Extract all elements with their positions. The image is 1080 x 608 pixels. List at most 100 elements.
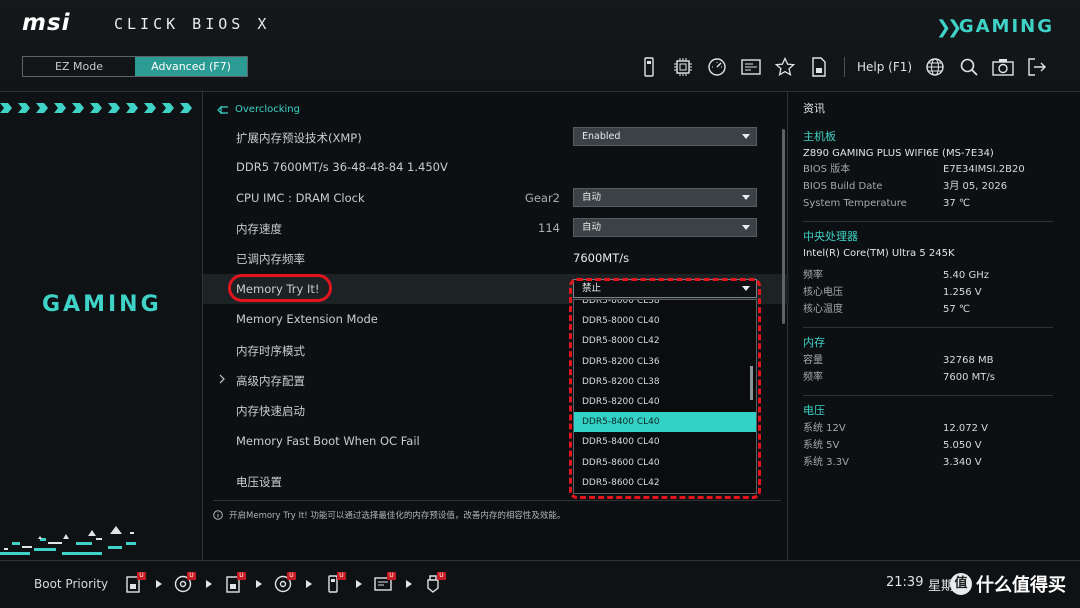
setting-label: 内存快速启动 — [236, 404, 305, 418]
globe-icon[interactable] — [918, 54, 952, 80]
usb-drive-icon[interactable]: U — [122, 572, 146, 595]
info-key: BIOS 版本 — [803, 164, 851, 175]
chevron-right-icon — [219, 374, 225, 384]
cpu-icon[interactable] — [666, 54, 700, 80]
advanced-mode-button[interactable]: Advanced (F7) — [135, 57, 247, 76]
info-value: 5.050 V — [943, 440, 982, 451]
info-key: System Temperature — [803, 198, 907, 209]
camera-icon[interactable] — [986, 54, 1020, 80]
info-value: E7E34IMSI.2B20 — [943, 164, 1025, 175]
setting-label: 电压设置 — [236, 475, 282, 489]
info-title: 资讯 — [803, 102, 825, 115]
optical-disc-icon[interactable]: U — [172, 572, 196, 595]
help-hint: 开启Memory Try It! 功能可以通过选择最佳化的内存预设值，改善内存的… — [213, 500, 781, 521]
setting-label: 扩展内存预设技术(XMP) — [236, 131, 362, 145]
dropdown-arrow-icon — [742, 134, 750, 139]
board-explorer-icon[interactable] — [734, 54, 768, 80]
gauge-icon[interactable] — [700, 54, 734, 80]
setting-label: 内存速度 — [236, 222, 282, 236]
setting-label: DDR5 7600MT/s 36-48-48-84 1.450V — [236, 160, 448, 174]
section-heading: 电压 — [803, 404, 825, 417]
xmp-dropdown[interactable]: Enabled — [573, 127, 757, 146]
dropdown-value: 自动 — [582, 192, 602, 203]
info-row: 核心温度 57 ℃ — [803, 301, 1066, 318]
section-divider — [803, 327, 1053, 328]
annotation-circle — [228, 274, 332, 302]
gaming-label: GAMING — [42, 292, 162, 317]
setting-label: CPU IMC : DRAM Clock — [236, 191, 365, 205]
info-value: 3月 05, 2026 — [943, 181, 1008, 192]
footer: Boot Priority U U U U U U U 21:39 星期 值 什… — [0, 560, 1080, 608]
section-heading: 主机板 — [803, 130, 836, 143]
boot-arrow-icon — [356, 580, 362, 588]
help-button[interactable]: Help (F1) — [857, 60, 912, 74]
motherboard-model: Z890 GAMING PLUS WIFI6E (MS-7E34) — [803, 148, 994, 159]
setting-label: 已调内存频率 — [236, 252, 305, 266]
boot-arrow-icon — [256, 580, 262, 588]
info-value: 57 ℃ — [943, 304, 971, 315]
product-title: CLICK BIOS X — [114, 15, 271, 33]
toolbar-separator — [844, 57, 845, 77]
header: msi CLICK BIOS X ❯❯ GAMING EZ Mode Advan… — [0, 0, 1080, 92]
dropdown-arrow-icon — [742, 195, 750, 200]
mode-switch: EZ Mode Advanced (F7) — [22, 56, 248, 77]
boot-arrow-icon — [156, 580, 162, 588]
info-row: 系统 3.3V 3.340 V — [803, 454, 1066, 471]
info-key: 频率 — [803, 372, 823, 383]
setting-row-memory-speed[interactable]: 内存速度 114 自动 — [203, 213, 789, 243]
dropdown-value: Enabled — [582, 131, 621, 142]
info-row: BIOS Build Date 3月 05, 2026 — [803, 178, 1066, 195]
setting-label: 内存时序模式 — [236, 344, 305, 358]
settings-scrollbar[interactable] — [782, 129, 785, 324]
usb-drive-icon[interactable]: U — [222, 572, 246, 595]
network-icon[interactable]: U — [372, 572, 396, 595]
boot-arrow-icon — [306, 580, 312, 588]
setting-row-xmp-profile: DDR5 7600MT/s 36-48-48-84 1.450V — [203, 152, 789, 182]
watermark: 值 什么值得买 — [950, 571, 1066, 597]
adjusted-frequency-value: 7600MT/s — [573, 251, 630, 265]
info-value: 12.072 V — [943, 423, 989, 434]
ez-mode-button[interactable]: EZ Mode — [23, 57, 135, 76]
info-row: BIOS 版本 E7E34IMSI.2B20 — [803, 161, 1066, 178]
cpu-model: Intel(R) Core(TM) Ultra 5 245K — [803, 248, 955, 259]
optical-disc-icon[interactable]: U — [272, 572, 296, 595]
setting-row-xmp[interactable]: 扩展内存预设技术(XMP) Enabled — [203, 122, 789, 152]
info-key: 系统 5V — [803, 440, 840, 451]
star-icon[interactable] — [768, 54, 802, 80]
info-value: 5.40 GHz — [943, 270, 989, 281]
info-key: 系统 3.3V — [803, 457, 849, 468]
back-arrow-icon[interactable] — [217, 105, 229, 115]
boot-arrow-icon — [406, 580, 412, 588]
imc-clock-dropdown[interactable]: 自动 — [573, 188, 757, 207]
memory-speed-dropdown[interactable]: 自动 — [573, 218, 757, 237]
setting-label: 高级内存配置 — [236, 374, 305, 388]
info-row: System Temperature 37 ℃ — [803, 195, 1066, 212]
section-heading: 内存 — [803, 336, 825, 349]
exit-icon[interactable] — [1020, 54, 1054, 80]
search-icon[interactable] — [952, 54, 986, 80]
breadcrumb-label: Overclocking — [235, 104, 300, 115]
info-row: 系统 12V 12.072 V — [803, 420, 1066, 437]
info-row: 频率 5.40 GHz — [803, 267, 1066, 284]
section-heading: 中央处理器 — [803, 230, 858, 243]
usb-badge: U — [187, 572, 196, 580]
watermark-logo-icon: 值 — [950, 573, 972, 595]
usb-badge: U — [387, 572, 396, 580]
setting-label: Memory Fast Boot When OC Fail — [236, 434, 420, 448]
usb-key-icon[interactable]: U — [322, 572, 346, 595]
info-key: BIOS Build Date — [803, 181, 883, 192]
usb-badge: U — [287, 572, 296, 580]
usb-stick-icon[interactable]: U — [422, 572, 446, 595]
brand-label: GAMING — [958, 16, 1054, 37]
left-panel: GAMING — [0, 92, 202, 560]
info-value: 3.340 V — [943, 457, 982, 468]
section-divider — [803, 395, 1053, 396]
breadcrumb[interactable]: Overclocking — [217, 104, 300, 115]
toolbar: Help (F1) — [632, 54, 1054, 80]
file-icon[interactable] — [802, 54, 836, 80]
info-key: 核心温度 — [803, 304, 843, 315]
setting-row-imc-clock[interactable]: CPU IMC : DRAM Clock Gear2 自动 — [203, 183, 789, 213]
brand-arrows-icon: ❯❯ — [936, 17, 962, 38]
info-key: 容量 — [803, 355, 823, 366]
usb-icon[interactable] — [632, 54, 666, 80]
